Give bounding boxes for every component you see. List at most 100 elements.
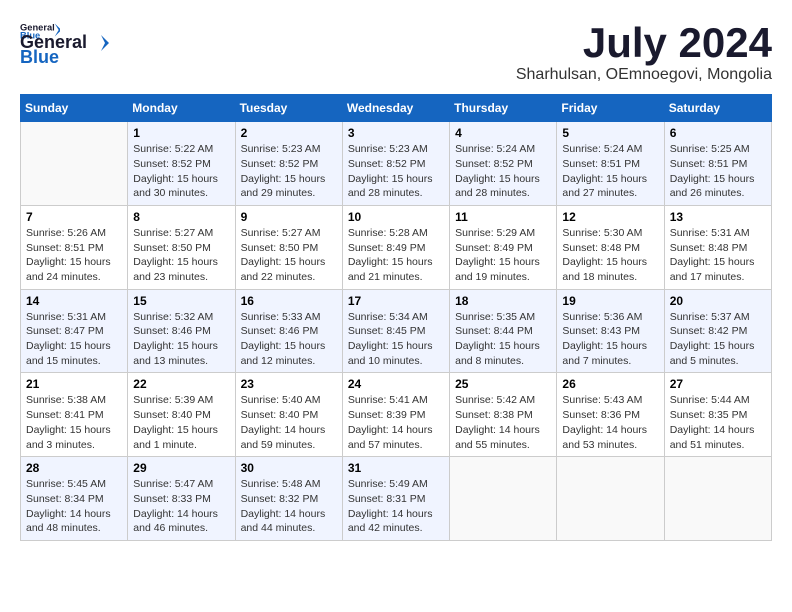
day-number: 28 — [26, 461, 122, 475]
calendar-cell: 20 Sunrise: 5:37 AMSunset: 8:42 PMDayligh… — [664, 289, 771, 373]
week-row-2: 7 Sunrise: 5:26 AMSunset: 8:51 PMDaylight… — [21, 205, 772, 289]
day-info: Sunrise: 5:24 AMSunset: 8:51 PMDaylight:… — [562, 142, 658, 201]
day-number: 6 — [670, 126, 766, 140]
day-info: Sunrise: 5:31 AMSunset: 8:47 PMDaylight:… — [26, 310, 122, 369]
calendar-cell — [664, 457, 771, 541]
day-number: 30 — [241, 461, 337, 475]
calendar-cell: 27 Sunrise: 5:44 AMSunset: 8:35 PMDayligh… — [664, 373, 771, 457]
page-header: General Blue General Blue July 2024 Shar… — [20, 20, 772, 84]
day-number: 5 — [562, 126, 658, 140]
calendar-cell: 23 Sunrise: 5:40 AMSunset: 8:40 PMDayligh… — [235, 373, 342, 457]
day-number: 3 — [348, 126, 444, 140]
day-number: 17 — [348, 294, 444, 308]
calendar-cell: 30 Sunrise: 5:48 AMSunset: 8:32 PMDayligh… — [235, 457, 342, 541]
day-info: Sunrise: 5:33 AMSunset: 8:46 PMDaylight:… — [241, 310, 337, 369]
day-number: 9 — [241, 210, 337, 224]
calendar-cell — [21, 122, 128, 206]
calendar-cell: 31Sunrise: 5:49 AMSunset: 8:31 PMDayligh… — [342, 457, 449, 541]
calendar-cell: 24Sunrise: 5:41 AMSunset: 8:39 PMDayligh… — [342, 373, 449, 457]
day-info: Sunrise: 5:23 AMSunset: 8:52 PMDaylight:… — [348, 142, 444, 201]
calendar-cell: 8 Sunrise: 5:27 AMSunset: 8:50 PMDaylight… — [128, 205, 235, 289]
calendar-cell: 1 Sunrise: 5:22 AMSunset: 8:52 PMDaylight… — [128, 122, 235, 206]
day-info: Sunrise: 5:35 AMSunset: 8:44 PMDaylight:… — [455, 310, 551, 369]
day-number: 11 — [455, 210, 551, 224]
logo-blue-text: Blue — [20, 47, 59, 68]
day-info: Sunrise: 5:25 AMSunset: 8:51 PMDaylight:… — [670, 142, 766, 201]
header-saturday: Saturday — [664, 95, 771, 122]
calendar-cell: 2 Sunrise: 5:23 AMSunset: 8:52 PMDaylight… — [235, 122, 342, 206]
calendar-cell: 17 Sunrise: 5:34 AMSunset: 8:45 PMDayligh… — [342, 289, 449, 373]
day-number: 14 — [26, 294, 122, 308]
header-wednesday: Wednesday — [342, 95, 449, 122]
day-info: Sunrise: 5:43 AMSunset: 8:36 PMDaylight:… — [562, 393, 658, 452]
day-number: 22 — [133, 377, 229, 391]
day-number: 25 — [455, 377, 551, 391]
day-info: Sunrise: 5:22 AMSunset: 8:52 PMDaylight:… — [133, 142, 229, 201]
day-number: 10 — [348, 210, 444, 224]
day-info: Sunrise: 5:49 AMSunset: 8:31 PMDaylight:… — [348, 477, 444, 536]
day-number: 23 — [241, 377, 337, 391]
week-row-1: 1 Sunrise: 5:22 AMSunset: 8:52 PMDaylight… — [21, 122, 772, 206]
header-friday: Friday — [557, 95, 664, 122]
calendar-table: SundayMondayTuesdayWednesdayThursdayFrid… — [20, 94, 772, 541]
day-number: 7 — [26, 210, 122, 224]
calendar-cell: 11 Sunrise: 5:29 AMSunset: 8:49 PMDayligh… — [450, 205, 557, 289]
day-number: 1 — [133, 126, 229, 140]
day-number: 12 — [562, 210, 658, 224]
day-number: 21 — [26, 377, 122, 391]
header-monday: Monday — [128, 95, 235, 122]
day-number: 27 — [670, 377, 766, 391]
day-info: Sunrise: 5:37 AMSunset: 8:42 PMDaylight:… — [670, 310, 766, 369]
day-info: Sunrise: 5:41 AMSunset: 8:39 PMDaylight:… — [348, 393, 444, 452]
week-row-5: 28 Sunrise: 5:45 AMSunset: 8:34 PMDayligh… — [21, 457, 772, 541]
day-info: Sunrise: 5:30 AMSunset: 8:48 PMDaylight:… — [562, 226, 658, 285]
calendar-cell — [557, 457, 664, 541]
calendar-cell: 16Sunrise: 5:33 AMSunset: 8:46 PMDayligh… — [235, 289, 342, 373]
day-number: 15 — [133, 294, 229, 308]
day-info: Sunrise: 5:31 AMSunset: 8:48 PMDaylight:… — [670, 226, 766, 285]
day-info: Sunrise: 5:36 AMSunset: 8:43 PMDaylight:… — [562, 310, 658, 369]
calendar-cell: 26Sunrise: 5:43 AMSunset: 8:36 PMDayligh… — [557, 373, 664, 457]
day-info: Sunrise: 5:26 AMSunset: 8:51 PMDaylight:… — [26, 226, 122, 285]
day-number: 2 — [241, 126, 337, 140]
day-number: 20 — [670, 294, 766, 308]
day-info: Sunrise: 5:27 AMSunset: 8:50 PMDaylight:… — [133, 226, 229, 285]
day-info: Sunrise: 5:34 AMSunset: 8:45 PMDaylight:… — [348, 310, 444, 369]
calendar-cell: 22 Sunrise: 5:39 AMSunset: 8:40 PMDayligh… — [128, 373, 235, 457]
day-info: Sunrise: 5:45 AMSunset: 8:34 PMDaylight:… — [26, 477, 122, 536]
day-number: 18 — [455, 294, 551, 308]
location-text: Sharhulsan, OEmnoegovi, Mongolia — [516, 66, 772, 84]
logo: General Blue General Blue — [20, 20, 111, 68]
day-info: Sunrise: 5:28 AMSunset: 8:49 PMDaylight:… — [348, 226, 444, 285]
day-info: Sunrise: 5:42 AMSunset: 8:38 PMDaylight:… — [455, 393, 551, 452]
calendar-cell: 3 Sunrise: 5:23 AMSunset: 8:52 PMDaylight… — [342, 122, 449, 206]
calendar-cell: 12 Sunrise: 5:30 AMSunset: 8:48 PMDayligh… — [557, 205, 664, 289]
day-info: Sunrise: 5:24 AMSunset: 8:52 PMDaylight:… — [455, 142, 551, 201]
day-info: Sunrise: 5:40 AMSunset: 8:40 PMDaylight:… — [241, 393, 337, 452]
day-info: Sunrise: 5:32 AMSunset: 8:46 PMDaylight:… — [133, 310, 229, 369]
calendar-cell: 29 Sunrise: 5:47 AMSunset: 8:33 PMDayligh… — [128, 457, 235, 541]
calendar-cell: 4 Sunrise: 5:24 AMSunset: 8:52 PMDaylight… — [450, 122, 557, 206]
title-block: July 2024 Sharhulsan, OEmnoegovi, Mongol… — [516, 20, 772, 84]
day-info: Sunrise: 5:44 AMSunset: 8:35 PMDaylight:… — [670, 393, 766, 452]
calendar-cell: 14 Sunrise: 5:31 AMSunset: 8:47 PMDayligh… — [21, 289, 128, 373]
header-sunday: Sunday — [21, 95, 128, 122]
day-number: 29 — [133, 461, 229, 475]
week-row-3: 14 Sunrise: 5:31 AMSunset: 8:47 PMDayligh… — [21, 289, 772, 373]
day-number: 8 — [133, 210, 229, 224]
day-info: Sunrise: 5:29 AMSunset: 8:49 PMDaylight:… — [455, 226, 551, 285]
calendar-header-row: SundayMondayTuesdayWednesdayThursdayFrid… — [21, 95, 772, 122]
logo-arrow-icon — [91, 33, 111, 53]
day-info: Sunrise: 5:47 AMSunset: 8:33 PMDaylight:… — [133, 477, 229, 536]
day-info: Sunrise: 5:38 AMSunset: 8:41 PMDaylight:… — [26, 393, 122, 452]
calendar-cell: 25 Sunrise: 5:42 AMSunset: 8:38 PMDayligh… — [450, 373, 557, 457]
day-info: Sunrise: 5:48 AMSunset: 8:32 PMDaylight:… — [241, 477, 337, 536]
header-tuesday: Tuesday — [235, 95, 342, 122]
calendar-cell: 21 Sunrise: 5:38 AMSunset: 8:41 PMDayligh… — [21, 373, 128, 457]
day-info: Sunrise: 5:39 AMSunset: 8:40 PMDaylight:… — [133, 393, 229, 452]
day-number: 4 — [455, 126, 551, 140]
header-thursday: Thursday — [450, 95, 557, 122]
calendar-cell: 9Sunrise: 5:27 AMSunset: 8:50 PMDaylight… — [235, 205, 342, 289]
day-info: Sunrise: 5:23 AMSunset: 8:52 PMDaylight:… — [241, 142, 337, 201]
calendar-cell: 5 Sunrise: 5:24 AMSunset: 8:51 PMDaylight… — [557, 122, 664, 206]
